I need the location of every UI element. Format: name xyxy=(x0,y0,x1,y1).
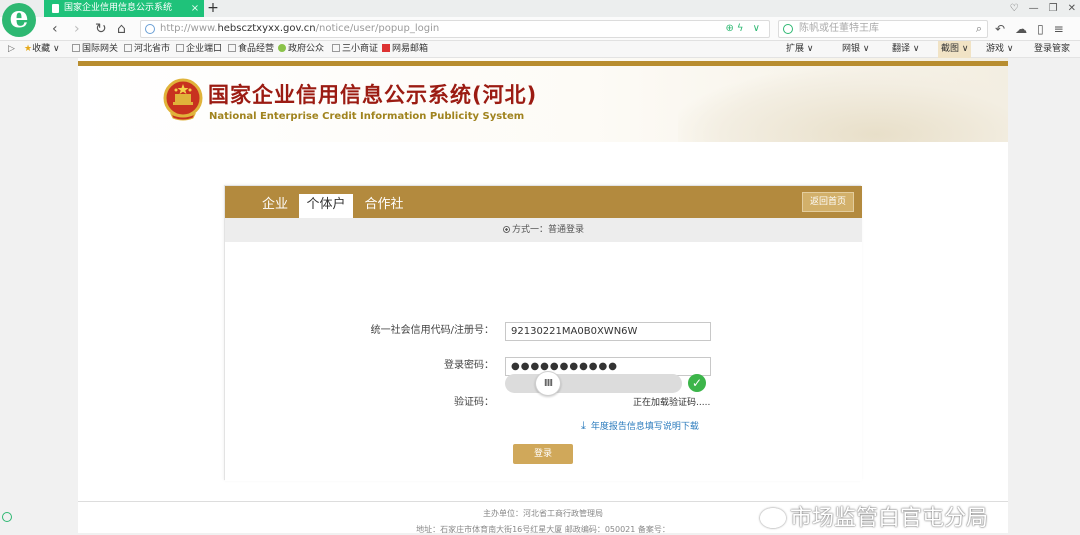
national-emblem-icon xyxy=(163,78,203,121)
bookmarks-bar: ▷ ★收藏 ∨ 国际网关 河北省市 企业端口 食品经营 政府公众 三小商证 网易… xyxy=(0,41,1080,58)
check-icon: ✓ xyxy=(688,374,706,392)
login-button[interactable]: 登录 xyxy=(513,444,573,464)
page-icon xyxy=(52,4,59,13)
url-text: http://www.hebscztxyxx.gov.cn/notice/use… xyxy=(160,23,440,34)
wechat-watermark: 市场监管白官屯分局 xyxy=(760,505,988,533)
bookmark-item[interactable]: 企业端口 xyxy=(176,41,222,58)
captcha-slider-handle[interactable]: III xyxy=(535,371,561,396)
extensions-button[interactable]: 扩展 ∨ xyxy=(786,41,813,58)
url-input[interactable]: http://www.hebscztxyxx.gov.cn/notice/use… xyxy=(140,20,770,38)
phone-icon[interactable]: ▯ xyxy=(1037,20,1044,38)
mountain-background-image xyxy=(678,68,1008,142)
footer-divider xyxy=(78,501,1008,502)
bookmark-favorites[interactable]: ★收藏 ∨ xyxy=(24,41,60,58)
status-icon xyxy=(2,512,12,522)
browser-tools: ↶ ☁ ▯ ≡ xyxy=(995,20,1064,38)
sidebar-toggle-icon[interactable]: ▷ xyxy=(8,41,15,58)
bookmark-item[interactable]: 国际网关 xyxy=(72,41,118,58)
search-placeholder: 陈帆或任董特王库 xyxy=(799,23,879,34)
search-engine-icon xyxy=(783,24,793,34)
credit-code-label: 统一社会信用代码/注册号： xyxy=(370,325,494,336)
bookmark-item[interactable]: 河北省市 xyxy=(124,41,170,58)
login-manager-button[interactable]: 登录管家 xyxy=(1034,41,1070,58)
site-header: 国家企业信用信息公示系统(河北) National Enterprise Cre… xyxy=(78,58,1008,142)
tab-cooperative[interactable]: 合作社 xyxy=(359,194,409,218)
credit-code-input[interactable]: 92130221MA0B0XWN6W xyxy=(505,322,711,341)
captcha-loading-text: 正在加载验证码..... xyxy=(633,398,711,408)
globe-icon xyxy=(145,24,155,34)
site-subtitle: National Enterprise Credit Information P… xyxy=(209,111,525,122)
undo-icon[interactable]: ↶ xyxy=(995,20,1005,38)
tab-close-icon[interactable]: × xyxy=(187,0,203,17)
web-page: 国家企业信用信息公示系统(河北) National Enterprise Cre… xyxy=(78,58,1008,534)
back-home-button[interactable]: 返回首页 xyxy=(802,192,854,212)
favorite-icon[interactable]: ♡ xyxy=(1010,0,1019,17)
browser-tab-active[interactable]: 国家企业信用信息公示系统 xyxy=(44,0,204,17)
bank-button[interactable]: 网银 ∨ xyxy=(842,41,869,58)
bookmark-item[interactable]: 政府公众 xyxy=(278,41,324,58)
password-label: 登录密码： xyxy=(444,360,494,371)
back-icon[interactable]: ‹ xyxy=(52,20,58,38)
new-tab-icon[interactable]: + xyxy=(206,0,220,17)
home-icon[interactable]: ⌂ xyxy=(117,20,126,38)
url-tools[interactable]: ⊕ϟ ∨ xyxy=(726,22,763,36)
minimize-icon[interactable]: — xyxy=(1029,0,1039,17)
forward-icon[interactable]: › xyxy=(74,20,80,38)
captcha-slider-track[interactable] xyxy=(505,374,682,393)
close-window-icon[interactable]: ✕ xyxy=(1068,0,1076,17)
menu-icon[interactable]: ≡ xyxy=(1054,20,1064,38)
bookmark-item[interactable]: 三小商证 xyxy=(332,41,378,58)
login-panel: 企业 个体户 合作社 返回首页 方式一：普通登录 统一社会信用代码/注册号： 9… xyxy=(224,185,862,481)
refresh-icon[interactable]: ↻ xyxy=(95,20,107,38)
games-button[interactable]: 游戏 ∨ xyxy=(986,41,1013,58)
screenshot-button[interactable]: 截图 ∨ xyxy=(938,41,972,58)
browser-tab-title: 国家企业信用信息公示系统 xyxy=(64,3,173,13)
wechat-icon xyxy=(760,508,786,528)
tab-individual[interactable]: 个体户 xyxy=(299,194,353,218)
download-icon: ⤓ xyxy=(581,419,586,432)
annual-report-download-link[interactable]: ⤓ 年度报告信息填写说明下载 xyxy=(581,419,699,434)
tab-enterprise[interactable]: 企业 xyxy=(255,194,295,218)
browser-tab-bar: 国家企业信用信息公示系统 × + ♡ — ❐ ✕ xyxy=(0,0,1080,17)
header-top-stripe xyxy=(78,61,1008,66)
cloud-icon[interactable]: ☁ xyxy=(1015,20,1027,38)
login-panel-header: 企业 个体户 合作社 返回首页 xyxy=(225,186,862,218)
search-input[interactable]: 陈帆或任董特王库 ⌕ xyxy=(778,20,988,38)
maximize-icon[interactable]: ❐ xyxy=(1049,0,1058,17)
login-method-option[interactable]: 方式一：普通登录 xyxy=(225,218,862,242)
bookmark-item[interactable]: 食品经营 xyxy=(228,41,274,58)
address-bar: ‹ › ↻ ⌂ http://www.hebscztxyxx.gov.cn/no… xyxy=(0,17,1080,41)
captcha-label: 验证码： xyxy=(454,397,494,408)
window-controls: ♡ — ❐ ✕ xyxy=(1010,0,1076,17)
browser-logo-icon[interactable]: e xyxy=(2,3,36,37)
bookmark-item[interactable]: 网易邮箱 xyxy=(382,41,428,58)
translate-button[interactable]: 翻译 ∨ xyxy=(892,41,919,58)
search-icon[interactable]: ⌕ xyxy=(976,21,982,37)
radio-selected-icon xyxy=(502,226,510,233)
site-title: 国家企业信用信息公示系统(河北) xyxy=(208,83,538,107)
